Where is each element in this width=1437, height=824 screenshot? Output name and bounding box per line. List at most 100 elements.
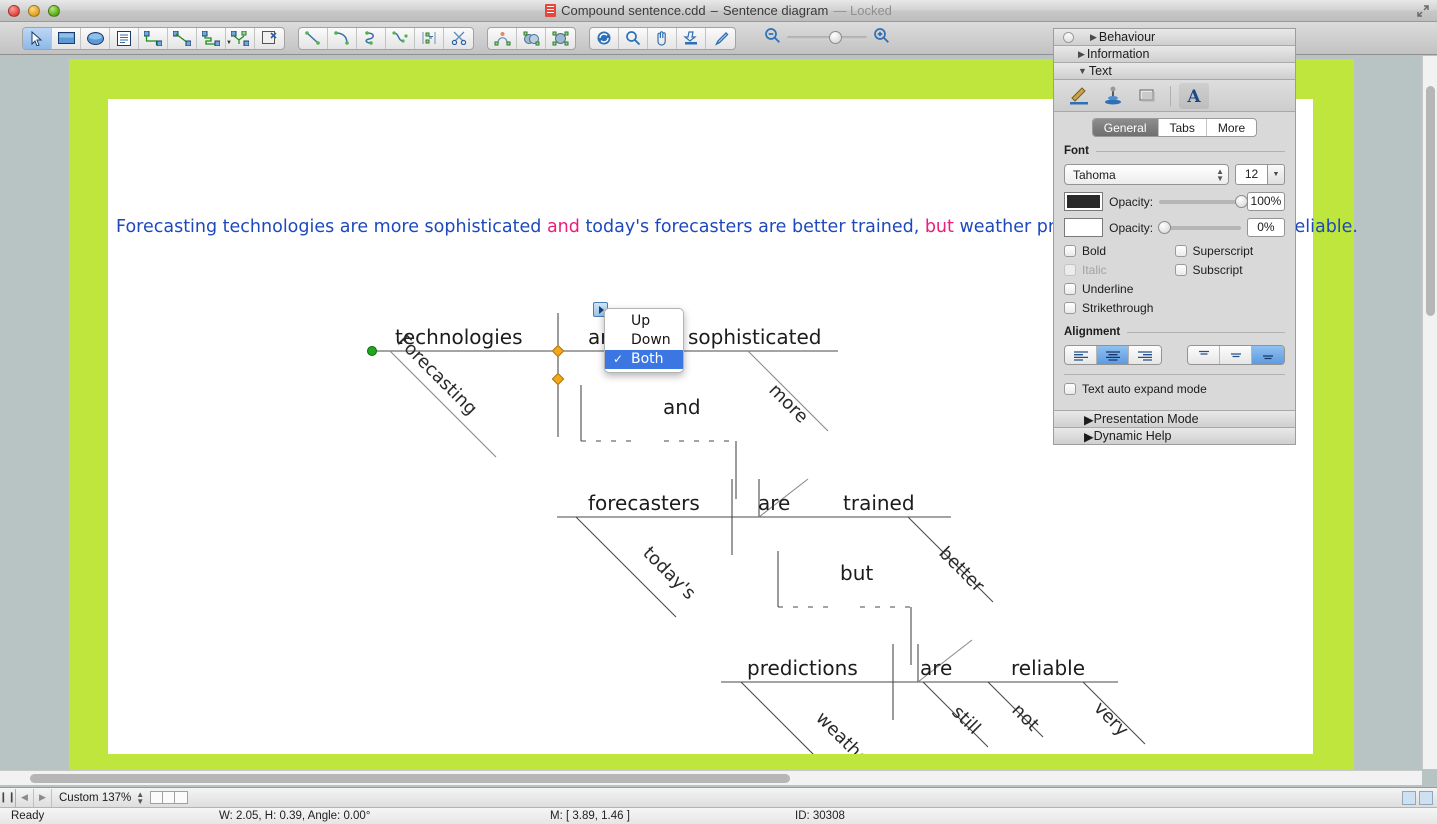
refresh-tool[interactable]	[590, 28, 619, 49]
checkbox-icon[interactable]	[1064, 302, 1076, 314]
horizontal-scrollbar[interactable]	[0, 770, 1422, 785]
checkbox-italic[interactable]: Italic	[1064, 263, 1175, 277]
checkbox-bold[interactable]: Bold	[1064, 244, 1175, 258]
checkbox-icon[interactable]	[1064, 383, 1076, 395]
checkbox-icon[interactable]	[1175, 264, 1187, 276]
next-page-button[interactable]: ▶	[34, 789, 52, 807]
tab-more[interactable]: More	[1207, 119, 1256, 136]
word-weather: weather	[811, 708, 878, 754]
page-view-multi[interactable]	[175, 792, 187, 803]
tab-general[interactable]: General	[1093, 119, 1159, 136]
align-left-icon[interactable]	[1065, 346, 1097, 364]
checkbox-underline[interactable]: Underline	[1064, 282, 1175, 296]
align-middle-icon[interactable]	[1220, 346, 1252, 364]
union-tool[interactable]	[517, 28, 546, 49]
direction-context-menu[interactable]: Up Down Both	[604, 308, 684, 373]
checkbox-icon[interactable]	[1064, 264, 1076, 276]
page-layout-icon[interactable]	[150, 791, 188, 804]
rounded-connector-tool[interactable]: ▼	[197, 28, 226, 49]
stamp-tool[interactable]	[677, 28, 706, 49]
vertical-scroll-thumb[interactable]	[1426, 86, 1435, 316]
checkbox-subscript[interactable]: Subscript	[1175, 263, 1286, 277]
section-dynamic-help[interactable]: ▶ Dynamic Help	[1054, 427, 1295, 444]
orthogonal-connector-tool[interactable]	[139, 28, 168, 49]
align-right-icon[interactable]	[1129, 346, 1161, 364]
chevron-down-icon[interactable]: ▼	[1268, 164, 1285, 185]
checkbox-icon[interactable]	[1175, 245, 1187, 257]
pause-icon[interactable]: ❙❙	[0, 789, 16, 807]
fit-width-icon[interactable]	[1419, 791, 1433, 805]
prev-page-button[interactable]: ◀	[16, 789, 34, 807]
align-bottom-icon[interactable]	[1252, 346, 1284, 364]
arc-tool[interactable]	[328, 28, 357, 49]
resize-icon[interactable]	[1416, 4, 1430, 18]
checkbox-superscript[interactable]: Superscript	[1175, 244, 1286, 258]
fill-opacity-value[interactable]: 100%	[1247, 192, 1285, 211]
shadow-box-icon[interactable]	[1132, 83, 1162, 109]
fill-bucket-icon[interactable]	[1098, 83, 1128, 109]
hand-tool[interactable]	[648, 28, 677, 49]
vertical-scrollbar[interactable]	[1422, 56, 1437, 769]
panel-radio-icon[interactable]	[1063, 32, 1074, 43]
status-bar: Ready W: 2.05, H: 0.39, Angle: 0.00° M: …	[0, 807, 1437, 824]
zoom-slider[interactable]	[787, 36, 867, 40]
menu-item-up[interactable]: Up	[605, 312, 683, 331]
straight-connector-tool[interactable]	[168, 28, 197, 49]
checkbox-strikethrough[interactable]: Strikethrough	[1064, 301, 1175, 315]
word-predictions: predictions	[747, 656, 858, 680]
line-tool[interactable]	[299, 28, 328, 49]
zoom-out-icon[interactable]	[764, 27, 781, 49]
text-stroke-color-swatch[interactable]	[1064, 218, 1103, 237]
section-information[interactable]: ▶ Information	[1054, 46, 1295, 63]
section-behaviour[interactable]: ▶ Behaviour	[1054, 29, 1295, 46]
stroke-opacity-value[interactable]: 0%	[1247, 218, 1285, 237]
title-bar: Compound sentence.cdd – Sentence diagram…	[0, 0, 1437, 22]
scissors-tool[interactable]	[444, 28, 473, 49]
group-tool[interactable]	[546, 28, 575, 49]
rotate-tool[interactable]	[488, 28, 517, 49]
ellipse-tool[interactable]	[81, 28, 110, 49]
pen-tool-icon[interactable]	[1064, 83, 1094, 109]
tab-tabs[interactable]: Tabs	[1159, 119, 1207, 136]
text-fill-color-swatch[interactable]	[1064, 192, 1103, 211]
zoom-stepper-icon[interactable]: ▲▼	[136, 791, 144, 805]
zoom-level-value[interactable]: Custom 137%	[52, 792, 136, 804]
horizontal-scroll-thumb[interactable]	[30, 774, 790, 783]
stroke-opacity-knob[interactable]	[1158, 221, 1171, 234]
checkbox-icon[interactable]	[1064, 283, 1076, 295]
tree-connector-tool[interactable]	[226, 28, 255, 49]
font-family-select[interactable]: Tahoma ▲▼	[1064, 164, 1229, 185]
rectangle-tool[interactable]	[52, 28, 81, 49]
section-presentation-mode[interactable]: ▶ Presentation Mode	[1054, 410, 1295, 427]
bezier-tool[interactable]	[386, 28, 415, 49]
zoom-tool[interactable]	[619, 28, 648, 49]
font-size-control[interactable]: 12 ▼	[1235, 164, 1285, 185]
checkbox-icon[interactable]	[1064, 245, 1076, 257]
stepper-icon[interactable]: ▲▼	[1216, 168, 1224, 182]
font-group-header: Font	[1064, 145, 1285, 157]
curve-tool[interactable]	[357, 28, 386, 49]
distribute-tool[interactable]	[415, 28, 444, 49]
checkbox-text-auto-expand[interactable]: Text auto expand mode	[1064, 382, 1285, 396]
eyedropper-tool[interactable]	[706, 28, 735, 49]
fill-opacity-slider[interactable]	[1159, 200, 1241, 204]
fill-opacity-knob[interactable]	[1235, 195, 1248, 208]
text-format-icon[interactable]: A	[1179, 83, 1209, 109]
section-text[interactable]: ▼ Text	[1054, 63, 1295, 80]
stroke-opacity-slider[interactable]	[1159, 226, 1241, 230]
zoom-slider-knob[interactable]	[829, 31, 842, 44]
pointer-tool[interactable]	[23, 28, 52, 49]
word-more: more	[764, 380, 812, 428]
fit-page-icon[interactable]	[1402, 791, 1416, 805]
zoom-in-icon[interactable]	[873, 27, 890, 49]
page-view-double[interactable]	[163, 792, 175, 803]
page-view-single[interactable]	[151, 792, 163, 803]
align-center-icon[interactable]	[1097, 346, 1129, 364]
text-tool[interactable]	[110, 28, 139, 49]
detach-connector-tool[interactable]	[255, 28, 284, 49]
font-size-value[interactable]: 12	[1235, 164, 1268, 185]
chevron-right-icon: ▶	[1084, 429, 1094, 444]
align-top-icon[interactable]	[1188, 346, 1220, 364]
menu-item-both[interactable]: Both	[605, 350, 683, 369]
menu-item-down[interactable]: Down	[605, 331, 683, 350]
